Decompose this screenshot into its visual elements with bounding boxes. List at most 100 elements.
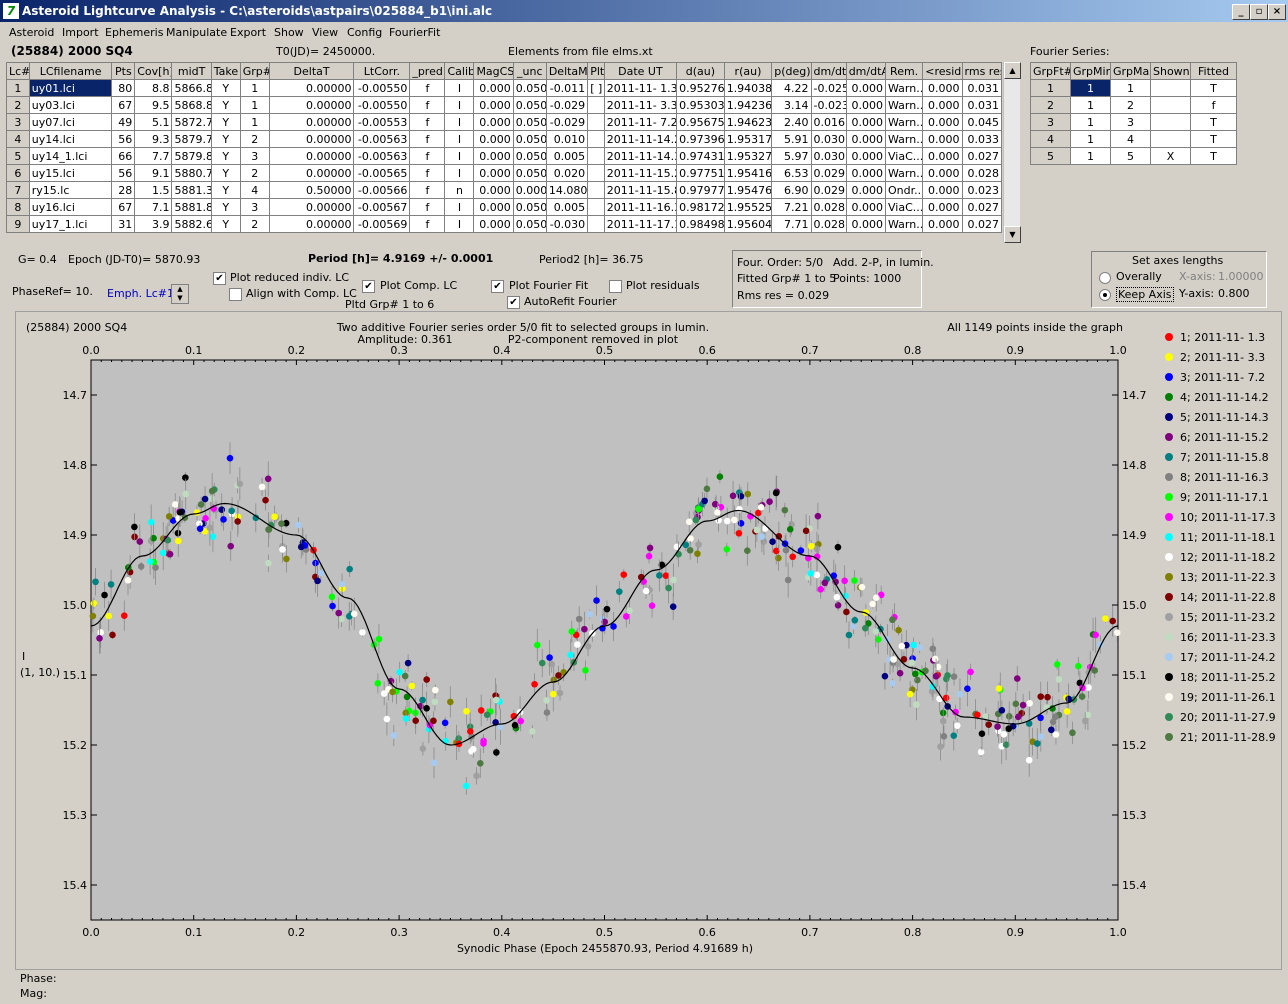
table-cell[interactable]: 1 <box>239 96 270 114</box>
table-cell[interactable]: 0.00000 <box>268 113 355 131</box>
table-cell[interactable]: 0.010 <box>545 130 589 148</box>
plot-residuals-checkbox[interactable] <box>609 280 622 293</box>
table-cell[interactable]: Warn.. <box>884 113 924 131</box>
row-header[interactable]: 4 <box>1030 130 1071 148</box>
lc-col-header[interactable]: Calib <box>444 62 475 80</box>
table-cell[interactable]: 0.000 <box>845 215 887 233</box>
table-cell[interactable]: 0.00000 <box>268 164 355 182</box>
grp-col-header[interactable]: GrpMin <box>1070 62 1111 80</box>
table-cell[interactable] <box>1150 113 1191 131</box>
table-cell[interactable]: 0.000 <box>845 96 887 114</box>
table-cell[interactable]: f <box>409 198 446 216</box>
emph-lc-spinner[interactable]: ▲ ▼ <box>171 284 189 304</box>
table-cell[interactable] <box>587 113 605 131</box>
table-cell[interactable]: 0.030 <box>810 130 847 148</box>
lc-col-header[interactable]: Plt <box>587 62 605 80</box>
table-cell[interactable]: 0.050 <box>512 198 547 216</box>
table-cell[interactable]: 1 <box>239 113 270 131</box>
lc-col-header[interactable]: dm/dtA <box>845 62 887 80</box>
xaxis-value[interactable]: 1.00000 <box>1218 270 1264 283</box>
lc-col-header[interactable]: Date UT <box>603 62 678 80</box>
table-cell[interactable]: T <box>1190 79 1237 97</box>
table-cell[interactable]: 5879.7 <box>171 130 212 148</box>
row-header[interactable]: 5 <box>6 147 30 165</box>
lc-col-header[interactable]: Cov[h] <box>134 62 173 80</box>
table-cell[interactable]: f <box>409 113 446 131</box>
table-cell[interactable]: 0.000 <box>845 79 887 97</box>
menu-fourierfit[interactable]: FourierFit <box>389 26 440 39</box>
table-cell[interactable]: 0.028 <box>961 164 1003 182</box>
table-cell[interactable]: 0.000 <box>473 113 514 131</box>
table-scrollbar[interactable]: ▲ ▼ <box>1003 62 1021 243</box>
menu-config[interactable]: Config <box>347 26 382 39</box>
table-cell[interactable]: -0.00565 <box>353 164 411 182</box>
table-cell[interactable]: 0.030 <box>810 147 847 165</box>
table-cell[interactable]: 0.000 <box>922 198 963 216</box>
table-cell[interactable]: I <box>444 215 475 233</box>
row-header[interactable]: 3 <box>1030 113 1071 131</box>
plot-comp-checkbox[interactable]: ✔ <box>362 280 375 293</box>
table-cell[interactable] <box>1150 79 1191 97</box>
table-cell[interactable]: I <box>444 96 475 114</box>
table-cell[interactable]: 3 <box>239 198 270 216</box>
table-cell[interactable]: 0.027 <box>961 147 1003 165</box>
table-cell[interactable]: 4 <box>1110 130 1151 148</box>
table-cell[interactable]: Warn.. <box>884 130 924 148</box>
table-cell[interactable]: Y <box>210 147 241 165</box>
table-cell[interactable]: 2011-11-14.3 <box>603 147 678 165</box>
table-cell[interactable]: 5872.7 <box>171 113 212 131</box>
table-cell[interactable]: f <box>409 147 446 165</box>
table-cell[interactable]: 2 <box>239 130 270 148</box>
table-cell[interactable]: uy15.lci <box>28 164 113 182</box>
table-cell[interactable]: 2011-11-16.3 <box>603 198 678 216</box>
row-header[interactable]: 2 <box>1030 96 1071 114</box>
table-cell[interactable]: 0.005 <box>545 198 589 216</box>
lc-col-header[interactable]: midT <box>171 62 212 80</box>
table-row[interactable]: 4 uy14.lci 56 9.3 5879.7 Y 2 0.00000 -0.00563 f I 0… <box>6 130 1003 148</box>
table-row[interactable]: 1 uy01.lci 80 8.8 5866.8 Y 1 0.00000 -0.00550 f I 0… <box>6 79 1003 97</box>
table-cell[interactable]: -0.025 <box>810 79 847 97</box>
table-cell[interactable]: 5882.6 <box>171 215 212 233</box>
row-header[interactable]: 2 <box>6 96 30 114</box>
yaxis-value[interactable]: 0.800 <box>1218 287 1250 300</box>
table-cell[interactable]: 0.00000 <box>268 198 355 216</box>
table-cell[interactable]: 0.000 <box>845 113 887 131</box>
menu-ephemeris[interactable]: Ephemeris <box>105 26 163 39</box>
table-cell[interactable] <box>1150 96 1191 114</box>
table-cell[interactable]: 0.000 <box>922 147 963 165</box>
table-cell[interactable]: f <box>409 164 446 182</box>
table-cell[interactable]: Y <box>210 215 241 233</box>
lc-col-header[interactable]: Grp# <box>239 62 270 80</box>
table-cell[interactable]: 49 <box>111 113 136 131</box>
lc-col-header[interactable]: r(au) <box>723 62 773 80</box>
table-cell[interactable]: 0.029 <box>810 181 847 199</box>
table-cell[interactable]: 3.9 <box>134 215 173 233</box>
table-cell[interactable]: 5880.7 <box>171 164 212 182</box>
table-cell[interactable]: 3.14 <box>771 96 812 114</box>
table-cell[interactable]: 1.5 <box>134 181 173 199</box>
overally-radio[interactable] <box>1099 272 1111 284</box>
table-row[interactable]: 5 uy14_1.lci 66 7.7 5879.8 Y 3 0.00000 -0.00563 f… <box>6 147 1003 165</box>
table-cell[interactable]: Y <box>210 164 241 182</box>
table-cell[interactable]: -0.00569 <box>353 215 411 233</box>
table-cell[interactable]: T <box>1190 147 1237 165</box>
table-cell[interactable]: f <box>1190 96 1237 114</box>
table-cell[interactable]: 5879.8 <box>171 147 212 165</box>
table-row[interactable]: 111T <box>1030 79 1237 97</box>
lc-col-header[interactable]: Rem. <box>884 62 924 80</box>
table-cell[interactable]: 0.050 <box>512 96 547 114</box>
table-cell[interactable]: 0.000 <box>845 147 887 165</box>
table-row[interactable]: 8 uy16.lci 67 7.1 5881.8 Y 3 0.00000 -0.00567 f I 0… <box>6 198 1003 216</box>
table-cell[interactable]: 0.050 <box>512 164 547 182</box>
table-cell[interactable] <box>587 147 605 165</box>
table-cell[interactable]: uy01.lci <box>28 79 113 97</box>
table-cell[interactable] <box>587 215 605 233</box>
table-cell[interactable]: 1 <box>1070 130 1111 148</box>
emph-lc-label[interactable]: Emph. Lc#1: <box>107 287 178 300</box>
menu-import[interactable]: Import <box>62 26 99 39</box>
table-cell[interactable]: 0.000 <box>845 198 887 216</box>
table-cell[interactable]: -0.023 <box>810 96 847 114</box>
table-cell[interactable]: n <box>444 181 475 199</box>
table-cell[interactable]: 0.00000 <box>268 215 355 233</box>
table-cell[interactable]: 0.00000 <box>268 79 355 97</box>
